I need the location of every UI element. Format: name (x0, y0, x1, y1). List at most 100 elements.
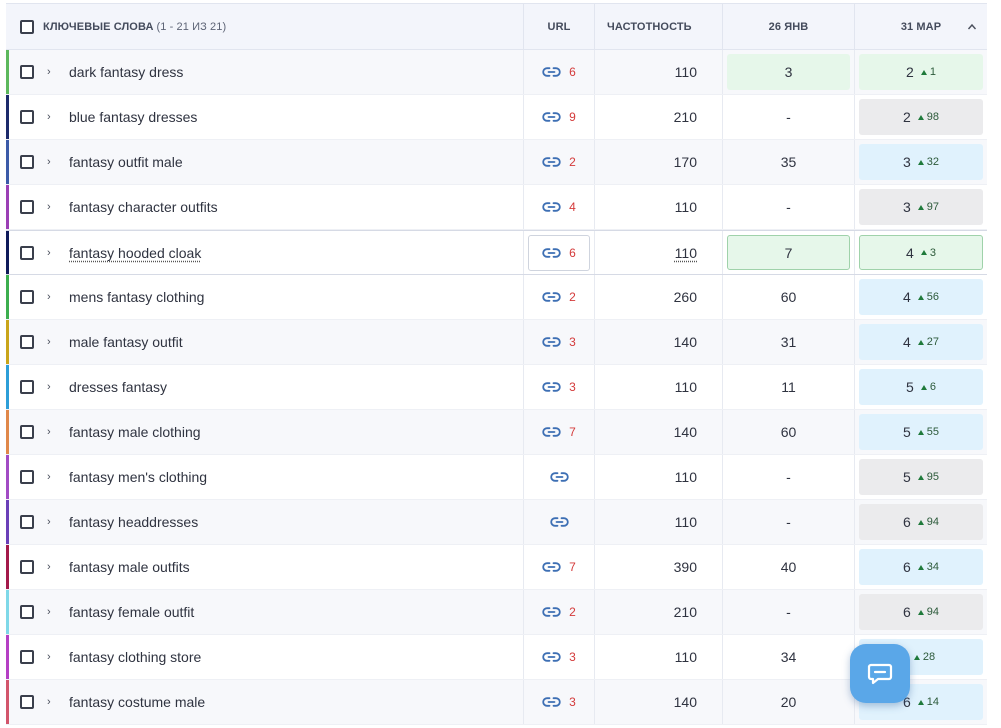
date2-position-box[interactable]: 21 (859, 54, 983, 90)
row-checkbox[interactable] (20, 695, 34, 709)
url-button[interactable]: 6 (528, 54, 590, 90)
keyword-text[interactable]: fantasy costume male (69, 694, 205, 710)
table-row[interactable]: › dresses fantasy 3 110 11 5 6 (6, 365, 987, 410)
table-row[interactable]: › fantasy male outfits 7 390 40 6 34 (6, 545, 987, 590)
row-checkbox[interactable] (20, 470, 34, 484)
row-checkbox[interactable] (20, 650, 34, 664)
row-checkbox[interactable] (20, 380, 34, 394)
date2-position-box[interactable]: 5 95 (859, 459, 983, 495)
table-row[interactable]: › fantasy outfit male 2 170 35 3 32 (6, 140, 987, 185)
chevron-right-icon[interactable]: › (47, 517, 55, 528)
row-checkbox[interactable] (20, 605, 34, 619)
keyword-text[interactable]: dark fantasy dress (69, 64, 183, 80)
chevron-right-icon[interactable]: › (47, 337, 55, 348)
url-button[interactable]: 3 (528, 369, 590, 405)
url-button[interactable] (528, 459, 590, 495)
table-row[interactable]: › blue fantasy dresses 9 210 - 2 98 (6, 95, 987, 140)
table-row[interactable]: › fantasy male clothing 7 140 60 5 55 (6, 410, 987, 455)
select-all-checkbox[interactable] (20, 19, 34, 34)
date2-position-box[interactable]: 56 (859, 369, 983, 405)
keyword-text[interactable]: male fantasy outfit (69, 334, 183, 350)
date2-position-box[interactable]: 43 (859, 235, 983, 270)
date2-position-box[interactable]: 6 94 (859, 504, 983, 540)
url-button[interactable]: 2 (528, 144, 590, 180)
chevron-right-icon[interactable]: › (47, 202, 55, 213)
url-column-header[interactable]: URL (523, 4, 594, 49)
url-button[interactable]: 2 (528, 594, 590, 630)
keyword-text[interactable]: fantasy male clothing (69, 424, 201, 440)
chevron-right-icon[interactable]: › (47, 382, 55, 393)
keyword-text[interactable]: fantasy clothing store (69, 649, 201, 665)
date2-position-box[interactable]: 5 55 (859, 414, 983, 450)
row-checkbox[interactable] (20, 110, 34, 124)
url-button[interactable]: 3 (528, 684, 590, 720)
date2-position-box[interactable]: 6 94 (859, 594, 983, 630)
url-button[interactable]: 7 (528, 549, 590, 585)
keyword-text[interactable]: fantasy male outfits (69, 559, 190, 575)
table-row[interactable]: › dark fantasy dress 6 110 3 2 1 (6, 50, 987, 95)
url-button[interactable]: 4 (528, 189, 590, 225)
chevron-right-icon[interactable]: › (47, 472, 55, 483)
row-checkbox[interactable] (20, 515, 34, 529)
date1-position-box[interactable]: 3 (727, 54, 850, 90)
chevron-right-icon[interactable]: › (47, 292, 55, 303)
keyword-text[interactable]: dresses fantasy (69, 379, 167, 395)
chevron-right-icon[interactable]: › (47, 697, 55, 708)
date2-position-box[interactable]: 3 97 (859, 189, 983, 225)
table-row[interactable]: › fantasy female outfit 2 210 - 6 94 (6, 590, 987, 635)
table-row[interactable]: › fantasy clothing store 3 110 34 28 (6, 635, 987, 680)
row-checkbox[interactable] (20, 290, 34, 304)
date2-position-box[interactable]: 6 34 (859, 549, 983, 585)
table-row[interactable]: › fantasy hooded cloak 6 110 7 4 3 (6, 230, 987, 275)
date2-position-box[interactable]: 4 56 (859, 279, 983, 315)
url-button[interactable]: 3 (528, 639, 590, 675)
keyword-text[interactable]: fantasy outfit male (69, 154, 183, 170)
chat-button[interactable] (850, 644, 910, 703)
row-checkbox[interactable] (20, 200, 34, 214)
chevron-right-icon[interactable]: › (47, 607, 55, 618)
row-color-marker (6, 231, 9, 274)
table-row[interactable]: › mens fantasy clothing 2 260 60 4 56 (6, 275, 987, 320)
date1-column-header[interactable]: 26 ЯНВ (722, 4, 854, 49)
keyword-text[interactable]: fantasy hooded cloak (69, 245, 201, 261)
row-checkbox[interactable] (20, 155, 34, 169)
table-row[interactable]: › fantasy character outfits 4 110 - 3 97 (6, 185, 987, 230)
date2-position-box[interactable]: 3 32 (859, 144, 983, 180)
chevron-right-icon[interactable]: › (47, 427, 55, 438)
chevron-right-icon[interactable]: › (47, 562, 55, 573)
row-checkbox[interactable] (20, 65, 34, 79)
date2-position-box[interactable]: 4 27 (859, 324, 983, 360)
keyword-text[interactable]: mens fantasy clothing (69, 289, 204, 305)
keyword-text[interactable]: fantasy character outfits (69, 199, 218, 215)
keyword-text[interactable]: fantasy headdresses (69, 514, 198, 530)
keyword-text[interactable]: fantasy female outfit (69, 604, 194, 620)
table-row[interactable]: › fantasy headdresses 110 - 6 94 (6, 500, 987, 545)
url-button[interactable]: 9 (528, 99, 590, 135)
sort-ascending-icon[interactable] (967, 22, 977, 32)
url-button[interactable]: 6 (528, 234, 590, 271)
url-button[interactable]: 2 (528, 279, 590, 315)
table-row[interactable]: › male fantasy outfit 3 140 31 4 27 (6, 320, 987, 365)
row-checkbox[interactable] (20, 560, 34, 574)
chevron-right-icon[interactable]: › (47, 112, 55, 123)
url-button[interactable]: 3 (528, 324, 590, 360)
keywords-column-header[interactable]: КЛЮЧЕВЫЕ СЛОВА (1 - 21 ИЗ 21) (6, 4, 523, 49)
keyword-text[interactable]: blue fantasy dresses (69, 109, 197, 125)
row-checkbox[interactable] (20, 425, 34, 439)
url-button[interactable] (528, 504, 590, 540)
table-row[interactable]: › fantasy men's clothing 110 - 5 95 (6, 455, 987, 500)
link-icon (549, 517, 569, 527)
date2-position-box[interactable]: 2 98 (859, 99, 983, 135)
chevron-right-icon[interactable]: › (47, 247, 55, 258)
row-checkbox[interactable] (20, 245, 34, 260)
url-button[interactable]: 7 (528, 414, 590, 450)
chevron-right-icon[interactable]: › (47, 157, 55, 168)
row-checkbox[interactable] (20, 335, 34, 349)
chevron-right-icon[interactable]: › (47, 652, 55, 663)
table-row[interactable]: › fantasy costume male 3 140 20 6 14 (6, 680, 987, 725)
keyword-text[interactable]: fantasy men's clothing (69, 469, 207, 485)
date2-column-header[interactable]: 31 МАР (854, 4, 987, 49)
chevron-right-icon[interactable]: › (47, 67, 55, 78)
frequency-column-header[interactable]: ЧАСТОТНОСТЬ (594, 4, 722, 49)
date1-position-box[interactable]: 7 (727, 235, 850, 270)
